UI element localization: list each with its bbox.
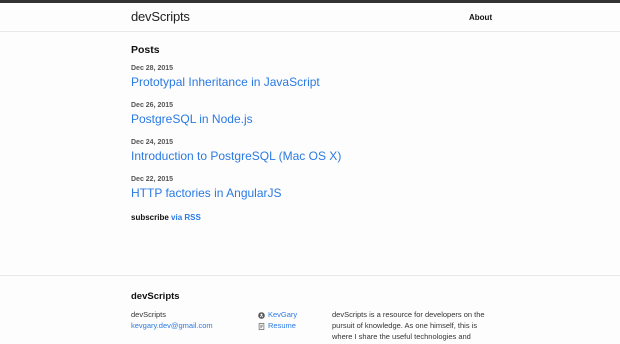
post-date: Dec 22, 2015: [131, 176, 174, 183]
footer-name: devScripts: [131, 310, 167, 319]
rss-link[interactable]: via RSS: [171, 213, 201, 222]
post-title-link[interactable]: HTTP factories in AngularJS: [131, 186, 491, 200]
nav-about-link[interactable]: About: [469, 13, 492, 22]
subscribe-label: subscribe: [131, 213, 169, 222]
footer-social-column: KevGary Resume: [258, 309, 297, 331]
footer-heading: devScripts: [131, 291, 180, 302]
footer-description: devScripts is a resource for developers …: [332, 310, 485, 341]
list-item: Dec 28, 2015 Prototypal Inheritance in J…: [131, 65, 491, 89]
document-icon: [258, 322, 265, 330]
post-title-link[interactable]: Introduction to PostgreSQL (Mac OS X): [131, 149, 491, 163]
post-date: Dec 26, 2015: [131, 102, 174, 109]
post-title-link[interactable]: Prototypal Inheritance in JavaScript: [131, 75, 491, 89]
post-list-section: Posts Dec 28, 2015 Prototypal Inheritanc…: [131, 44, 491, 222]
site-header: devScripts About: [0, 3, 620, 32]
github-icon: [258, 311, 265, 319]
list-item: Dec 26, 2015 PostgreSQL in Node.js: [131, 102, 491, 126]
post-date: Dec 28, 2015: [131, 65, 174, 72]
github-label: KevGary: [268, 310, 298, 319]
github-link[interactable]: KevGary: [258, 309, 297, 320]
resume-link[interactable]: Resume: [258, 320, 297, 331]
post-date: Dec 24, 2015: [131, 139, 174, 146]
resume-label: Resume: [268, 321, 296, 330]
subscribe-row: subscribe via RSS: [131, 213, 491, 222]
posts-heading: Posts: [131, 44, 160, 56]
list-item: Dec 24, 2015 Introduction to PostgreSQL …: [131, 139, 491, 163]
site-title-link[interactable]: devScripts: [131, 9, 190, 24]
footer-email-link[interactable]: kevgary.dev@gmail.com: [131, 320, 213, 331]
footer-contact-column: devScripts kevgary.dev@gmail.com: [131, 309, 213, 331]
site-footer: devScripts devScripts kevgary.dev@gmail.…: [0, 275, 620, 344]
post-title-link[interactable]: PostgreSQL in Node.js: [131, 112, 491, 126]
list-item: Dec 22, 2015 HTTP factories in AngularJS: [131, 176, 491, 200]
